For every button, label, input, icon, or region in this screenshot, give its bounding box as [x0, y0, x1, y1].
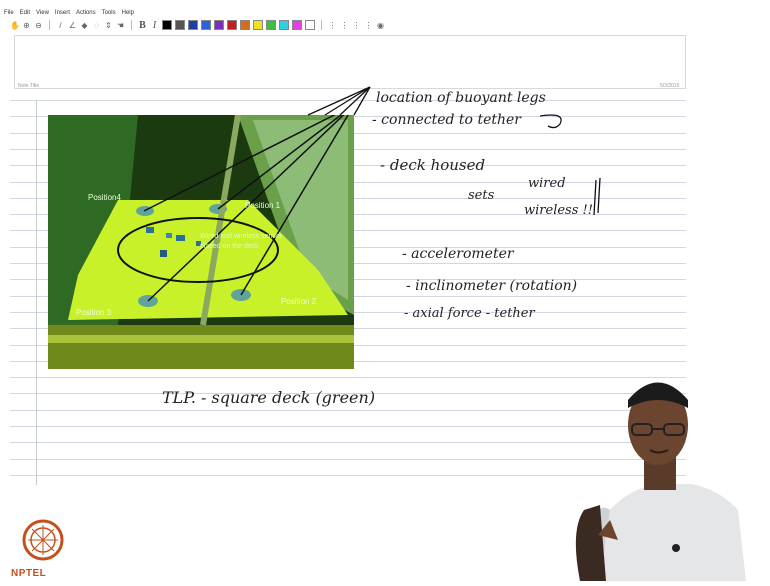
color-swatch-orange[interactable]: [240, 20, 250, 30]
menu-edit[interactable]: Edit: [20, 8, 30, 18]
position-1-label: Position 1: [245, 201, 281, 210]
handwriting-line-8: - inclinometer (rotation): [406, 278, 578, 294]
color-swatch-blue[interactable]: [201, 20, 211, 30]
color-swatch-yellow[interactable]: [253, 20, 263, 30]
sensor-caption-line2: placed on the deck: [200, 243, 259, 250]
handwriting-line-4: sets: [468, 188, 495, 203]
note-title: Note Title: [18, 83, 40, 89]
nptel-logo-icon: [22, 519, 64, 561]
position-4-label: Position4: [88, 193, 121, 202]
note-date: 5/3/2015: [660, 83, 680, 89]
menu-tools[interactable]: Tools: [102, 8, 116, 18]
handwriting-line-10: TLP. - square deck (green): [162, 388, 376, 407]
line-width-icon[interactable]: ⋮: [352, 21, 361, 30]
handwriting-line-6: wireless !!: [524, 203, 593, 218]
toolbar-divider: [131, 20, 132, 30]
toolbar-divider: [49, 20, 50, 30]
color-swatch-black[interactable]: [162, 20, 172, 30]
sensor-caption-line1: Wired and wireless sensor: [200, 233, 283, 240]
line-width-icon[interactable]: ⋮: [328, 21, 337, 30]
zoom-in-icon[interactable]: ⊕: [22, 21, 31, 30]
line-width-icon[interactable]: ⋮: [364, 21, 373, 30]
lasso-icon[interactable]: ◌: [92, 21, 101, 30]
color-swatch-red[interactable]: [227, 20, 237, 30]
menu-bar: File Edit View Insert Actions Tools Help: [0, 8, 770, 18]
pan-icon[interactable]: ✋: [10, 21, 20, 30]
color-swatch-cyan[interactable]: [279, 20, 289, 30]
color-swatch-green[interactable]: [266, 20, 276, 30]
handwriting-line-5: wired: [528, 176, 566, 191]
ruled-line: [10, 100, 686, 101]
nptel-logo-text: NPTEL: [11, 568, 47, 579]
color-palette-icon[interactable]: ◉: [376, 21, 385, 30]
highlighter-icon[interactable]: ∠: [68, 21, 77, 30]
line-width-icon[interactable]: ⋮: [340, 21, 349, 30]
handwriting-line-1: location of buoyant legs: [376, 90, 546, 106]
eraser-icon[interactable]: ◆: [80, 21, 89, 30]
color-swatch-purple[interactable]: [214, 20, 224, 30]
margin-line: [36, 100, 37, 485]
menu-file[interactable]: File: [4, 8, 14, 18]
menu-help[interactable]: Help: [122, 8, 134, 18]
position-2-label: Position 2: [281, 297, 317, 306]
toolbar: ✋ ⊕ ⊖ / ∠ ◆ ◌ ⇕ ☚ B I ⋮ ⋮ ⋮ ⋮ ◉: [0, 18, 770, 32]
menu-view[interactable]: View: [36, 8, 49, 18]
pen-icon[interactable]: /: [56, 21, 65, 30]
presenter-video: [540, 360, 770, 581]
handwriting-line-9: - axial force - tether: [404, 306, 535, 321]
tank-photo: Position4 Position 1 Position 3 Position…: [48, 115, 354, 369]
handwriting-line-7: - accelerometer: [402, 246, 514, 262]
toolbar-divider: [321, 20, 322, 30]
color-swatch-magenta[interactable]: [292, 20, 302, 30]
title-area[interactable]: [14, 35, 686, 89]
color-swatch-white[interactable]: [305, 20, 315, 30]
menu-insert[interactable]: Insert: [55, 8, 70, 18]
zoom-out-icon[interactable]: ⊖: [34, 21, 43, 30]
hand-icon[interactable]: ☚: [116, 21, 125, 30]
handwriting-line-3: - deck housed: [380, 156, 486, 174]
bold-icon[interactable]: B: [138, 20, 147, 30]
handwriting-line-2: - connected to tether: [372, 112, 521, 128]
presenter-graphic: [575, 382, 746, 581]
menu-actions[interactable]: Actions: [76, 8, 96, 18]
color-swatch-navy[interactable]: [188, 20, 198, 30]
insert-space-icon[interactable]: ⇕: [104, 21, 113, 30]
italic-icon[interactable]: I: [150, 20, 159, 30]
color-swatch-gray[interactable]: [175, 20, 185, 30]
position-3-label: Position 3: [76, 308, 112, 317]
